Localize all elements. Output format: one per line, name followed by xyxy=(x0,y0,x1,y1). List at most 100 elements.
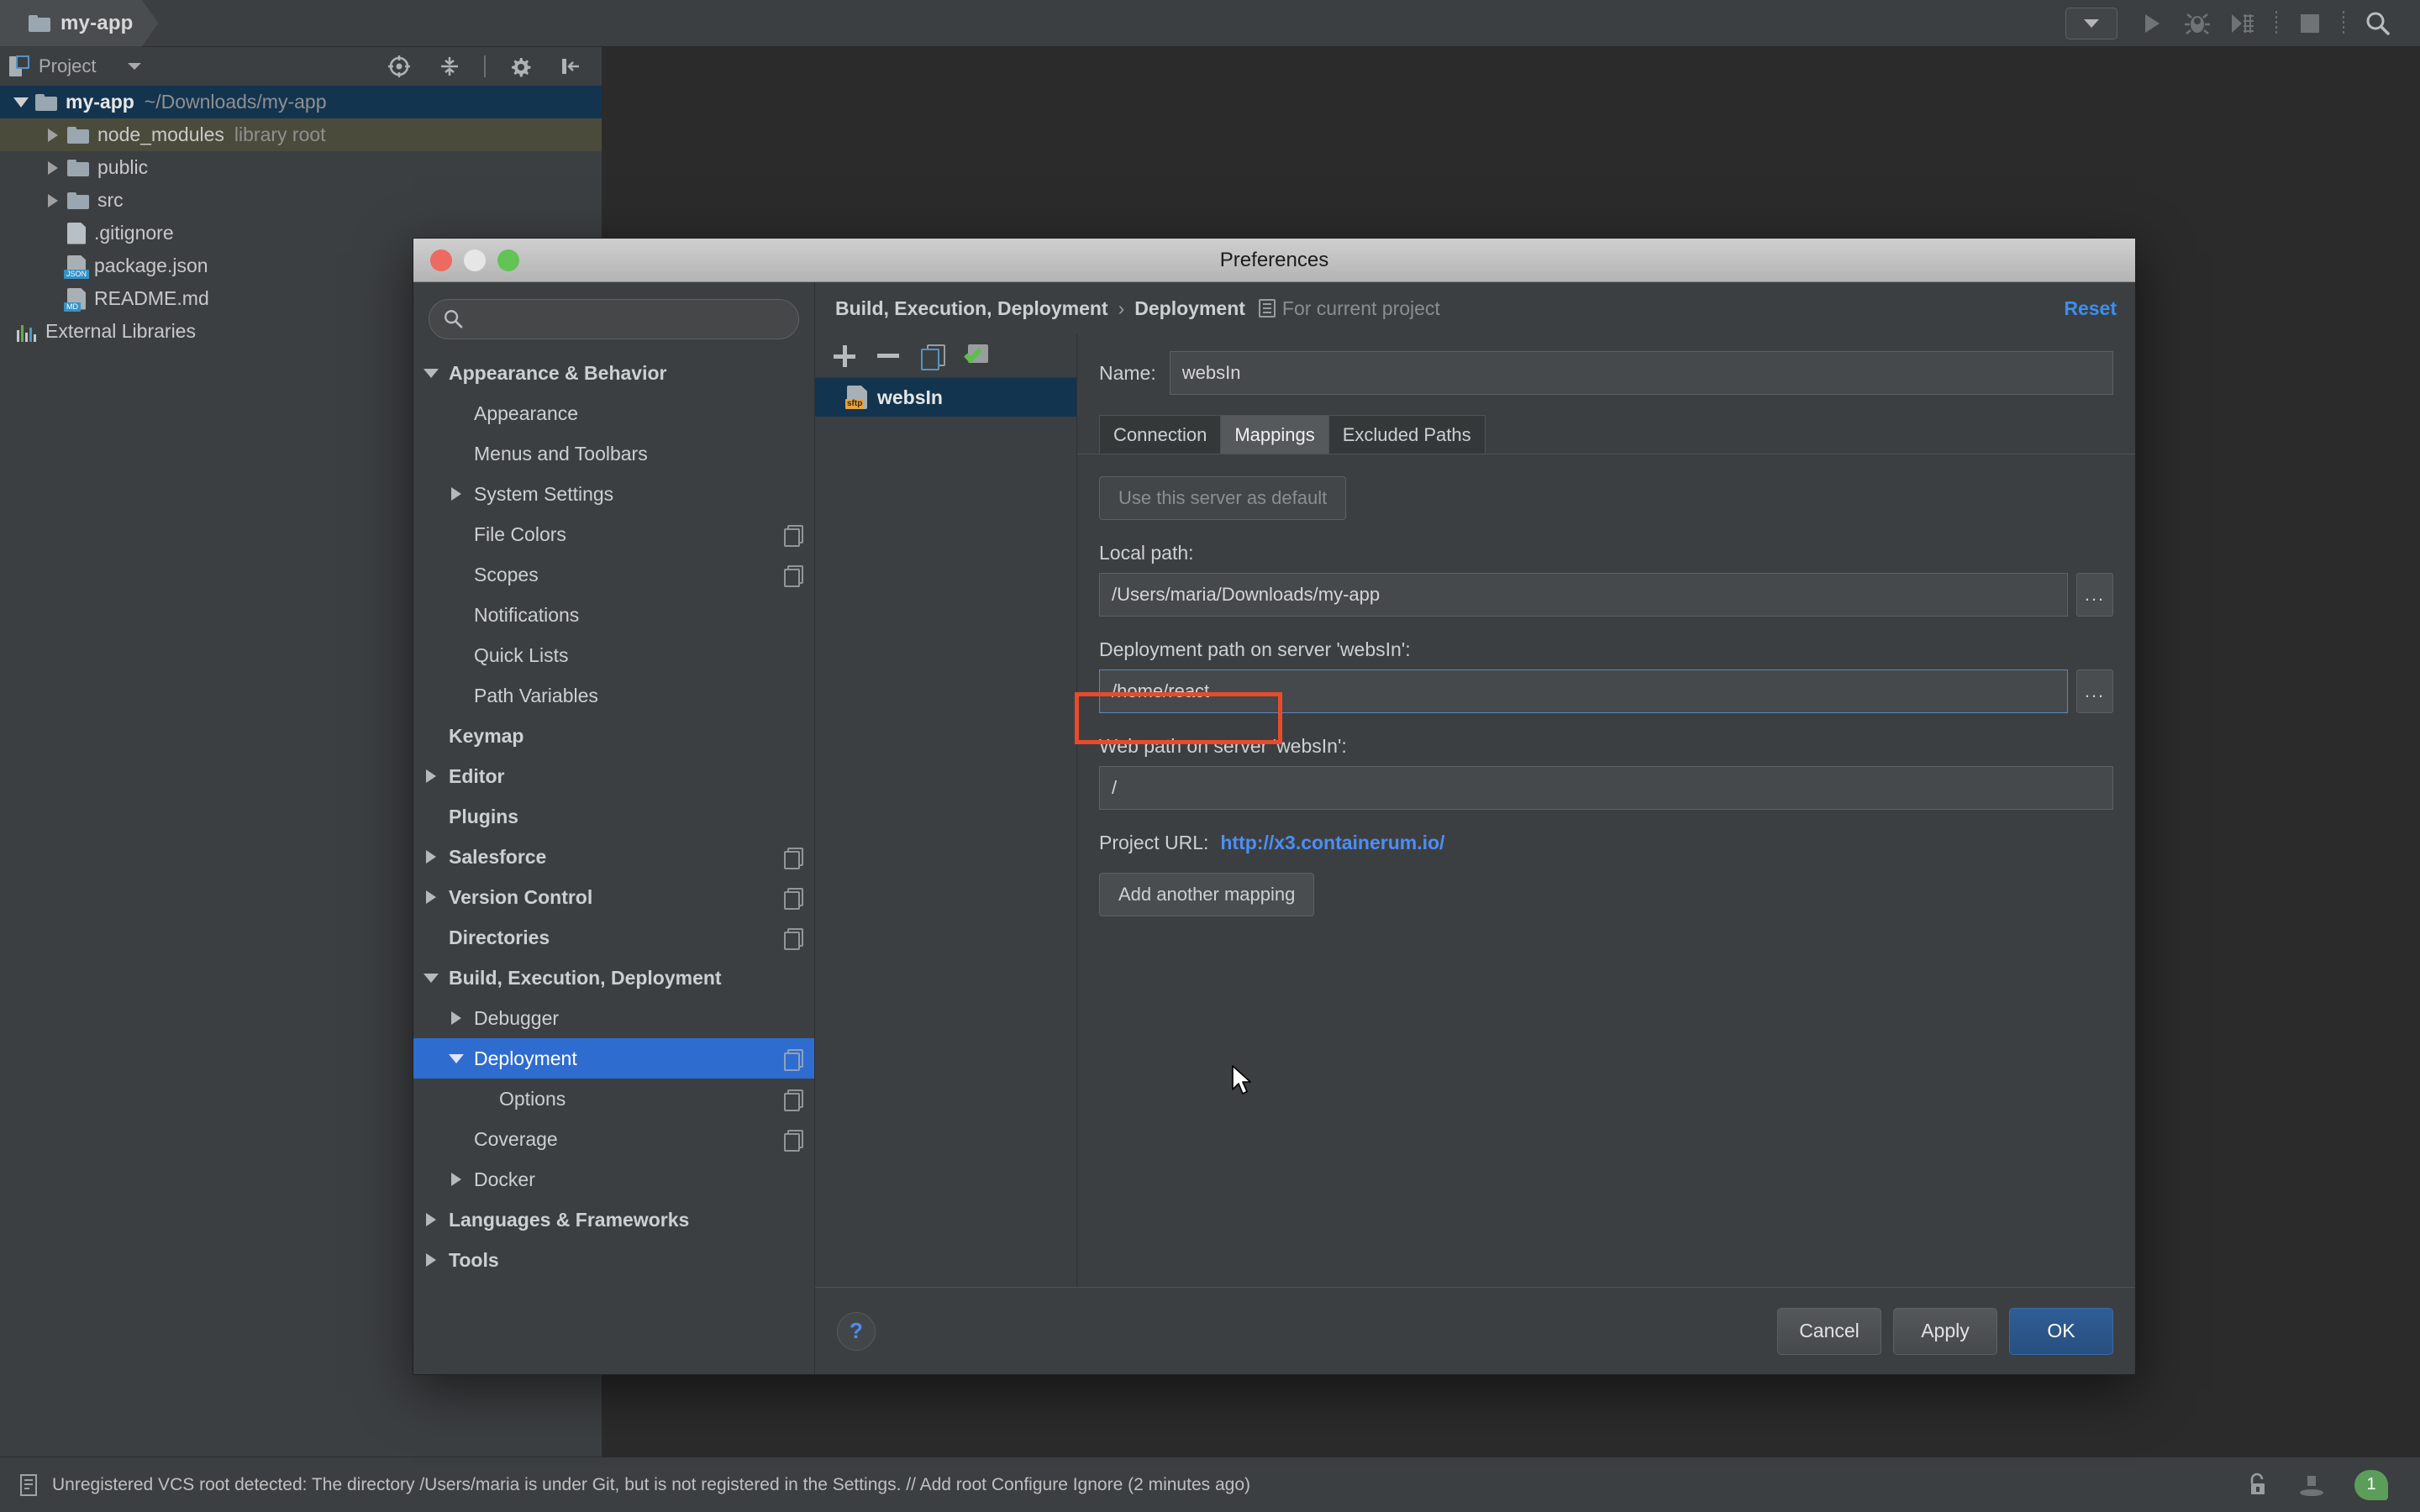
settings-item-label: Quick Lists xyxy=(474,643,569,666)
settings-item-languages-frameworks[interactable]: Languages & Frameworks xyxy=(413,1200,814,1240)
chevron-down-icon[interactable] xyxy=(128,63,142,70)
settings-item-version-control[interactable]: Version Control xyxy=(413,877,814,917)
server-name-input[interactable] xyxy=(1169,351,2113,395)
settings-item-directories[interactable]: Directories xyxy=(413,917,814,958)
settings-item-file-colors[interactable]: File Colors xyxy=(413,514,814,554)
search-everywhere-button[interactable] xyxy=(2354,4,2400,43)
expand-arrow-icon[interactable] xyxy=(413,368,449,378)
collapse-all-button[interactable] xyxy=(427,47,472,86)
settings-item-notifications[interactable]: Notifications xyxy=(413,595,814,635)
breadcrumb-separator: › xyxy=(1118,297,1125,319)
settings-item-docker[interactable]: Docker xyxy=(413,1159,814,1200)
expand-arrow-icon[interactable] xyxy=(413,1253,449,1267)
expand-arrow-icon[interactable] xyxy=(39,160,67,175)
settings-search-input[interactable] xyxy=(471,309,785,329)
deployment-path-input[interactable] xyxy=(1099,669,2068,713)
breadcrumb-project-name: my-app xyxy=(60,11,134,34)
unlocked-icon[interactable] xyxy=(2247,1473,2269,1498)
use-server-as-default-button[interactable]: Use this server as default xyxy=(1099,476,1347,520)
remove-icon[interactable] xyxy=(877,354,899,358)
expand-arrow-icon[interactable] xyxy=(413,769,449,783)
settings-item-appearance[interactable]: Appearance xyxy=(413,393,814,433)
run-configuration-dropdown[interactable] xyxy=(2065,7,2118,39)
settings-search-box[interactable] xyxy=(429,299,799,339)
run-button[interactable] xyxy=(2129,4,2175,43)
project-tool-window-actions xyxy=(376,47,593,86)
expand-arrow-icon[interactable] xyxy=(413,850,449,864)
scroll-from-source-button[interactable] xyxy=(376,47,422,86)
apply-button[interactable]: Apply xyxy=(1893,1307,1997,1355)
expand-arrow-icon[interactable] xyxy=(413,1213,449,1226)
settings-item-options[interactable]: Options xyxy=(413,1079,814,1119)
hat-icon[interactable] xyxy=(2297,1473,2326,1498)
copy-icon[interactable] xyxy=(921,344,945,370)
notification-badge[interactable]: 1 xyxy=(2354,1469,2388,1500)
project-scope-icon xyxy=(784,565,803,587)
reset-link[interactable]: Reset xyxy=(2064,297,2117,320)
hide-tool-window-button[interactable] xyxy=(548,47,593,86)
help-button[interactable]: ? xyxy=(837,1311,876,1351)
expand-arrow-icon[interactable] xyxy=(439,1173,474,1186)
web-path-input[interactable] xyxy=(1099,766,2113,810)
event-log-icon[interactable] xyxy=(18,1473,39,1497)
status-bar-message[interactable]: Unregistered VCS root detected: The dire… xyxy=(52,1475,1250,1495)
tree-item-public[interactable]: public xyxy=(0,151,602,184)
breadcrumb-root[interactable]: Build, Execution, Deployment xyxy=(835,297,1108,320)
settings-item-coverage[interactable]: Coverage xyxy=(413,1119,814,1159)
project-view-icon xyxy=(9,55,29,76)
expand-arrow-icon[interactable] xyxy=(439,1053,474,1063)
settings-item-quick-lists[interactable]: Quick Lists xyxy=(413,635,814,675)
settings-item-deployment[interactable]: Deployment xyxy=(413,1038,814,1079)
settings-button[interactable] xyxy=(497,47,543,86)
expand-arrow-icon[interactable] xyxy=(7,97,35,108)
expand-arrow-icon[interactable] xyxy=(439,487,474,501)
set-default-icon[interactable] xyxy=(964,344,988,368)
settings-item-system-settings[interactable]: System Settings xyxy=(413,474,814,514)
tab-mappings[interactable]: Mappings xyxy=(1220,415,1329,454)
settings-item-scopes[interactable]: Scopes xyxy=(413,554,814,595)
server-list-item[interactable]: sftp websIn xyxy=(815,378,1076,417)
servers-list[interactable]: sftp websIn xyxy=(815,378,1076,1287)
project-url-link[interactable]: http://x3.containerum.io/ xyxy=(1220,832,1444,854)
settings-item-appearance-behavior[interactable]: Appearance & Behavior xyxy=(413,353,814,393)
ok-button[interactable]: OK xyxy=(2009,1307,2113,1355)
debug-button[interactable] xyxy=(2175,4,2220,43)
settings-item-editor[interactable]: Editor xyxy=(413,756,814,796)
expand-arrow-icon[interactable] xyxy=(413,973,449,983)
file-type-badge: MD xyxy=(64,302,81,312)
stop-icon xyxy=(2301,13,2319,33)
expand-arrow-icon[interactable] xyxy=(39,193,67,207)
cancel-button[interactable]: Cancel xyxy=(1777,1307,1881,1355)
tree-item-node-modules[interactable]: node_modules library root xyxy=(0,118,602,151)
settings-item-plugins[interactable]: Plugins xyxy=(413,796,814,837)
settings-item-menus-and-toolbars[interactable]: Menus and Toolbars xyxy=(413,433,814,474)
local-path-row: ... xyxy=(1099,573,2113,617)
settings-item-build-execution-deployment[interactable]: Build, Execution, Deployment xyxy=(413,958,814,998)
stop-button[interactable] xyxy=(2287,4,2333,43)
mouse-cursor xyxy=(1232,1065,1251,1095)
settings-item-label: Appearance & Behavior xyxy=(449,361,667,384)
dialog-title: Preferences xyxy=(1219,248,1329,271)
breadcrumb[interactable]: my-app xyxy=(0,0,159,47)
run-with-coverage-button[interactable] xyxy=(2220,4,2265,43)
expand-arrow-icon[interactable] xyxy=(439,1011,474,1025)
settings-item-debugger[interactable]: Debugger xyxy=(413,998,814,1038)
settings-item-path-variables[interactable]: Path Variables xyxy=(413,675,814,716)
settings-item-keymap[interactable]: Keymap xyxy=(413,716,814,756)
add-icon[interactable] xyxy=(834,344,855,367)
settings-tree[interactable]: Appearance & Behavior Appearance Menus a… xyxy=(413,348,814,1374)
expand-arrow-icon[interactable] xyxy=(39,128,67,142)
tab-connection[interactable]: Connection xyxy=(1099,415,1222,454)
local-path-input[interactable] xyxy=(1099,573,2068,617)
settings-item-label: Coverage xyxy=(474,1127,558,1150)
settings-item-salesforce[interactable]: Salesforce xyxy=(413,837,814,877)
settings-item-tools[interactable]: Tools xyxy=(413,1240,814,1280)
deployment-path-browse-button[interactable]: ... xyxy=(2076,669,2113,713)
tree-item-src[interactable]: src xyxy=(0,184,602,217)
add-another-mapping-button[interactable]: Add another mapping xyxy=(1099,873,1315,916)
tree-item-label: my-app xyxy=(66,91,134,113)
local-path-browse-button[interactable]: ... xyxy=(2076,573,2113,617)
expand-arrow-icon[interactable] xyxy=(413,890,449,904)
tree-item-my-app[interactable]: my-app ~/Downloads/my-app xyxy=(0,86,602,118)
tab-excluded-paths[interactable]: Excluded Paths xyxy=(1328,415,1486,454)
